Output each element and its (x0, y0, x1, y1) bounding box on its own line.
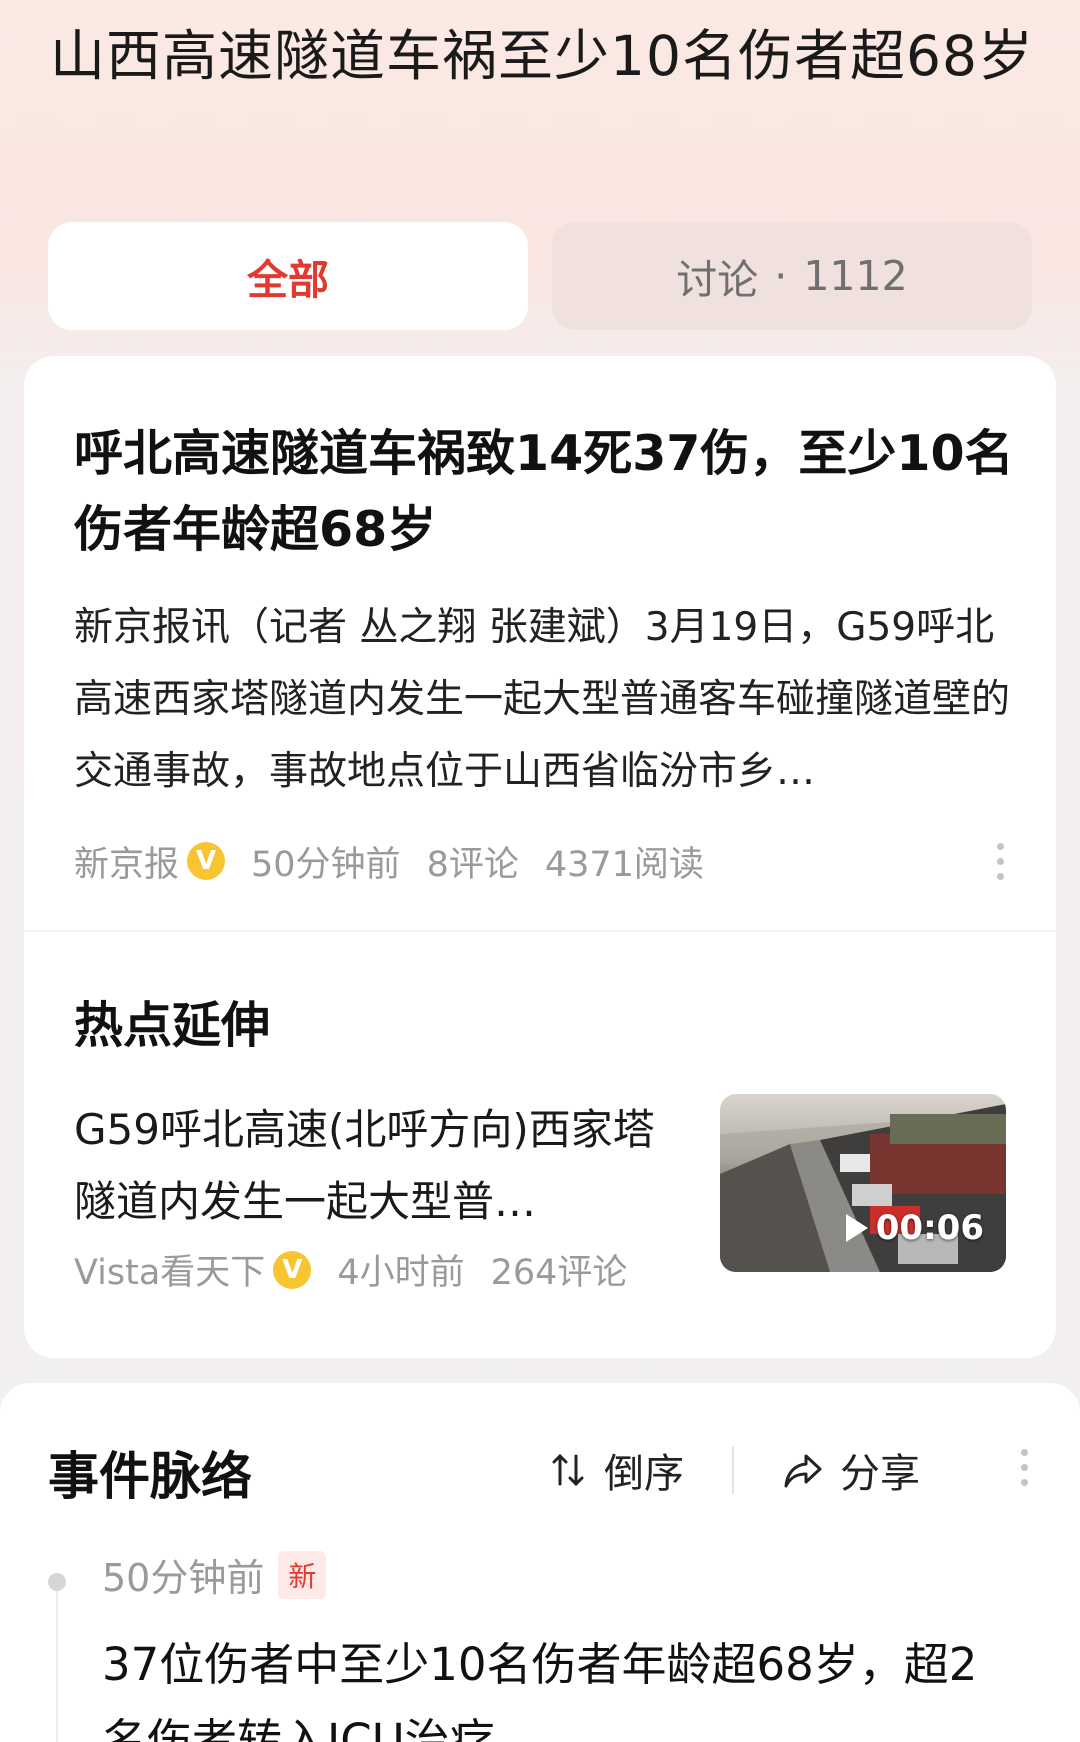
video-thumbnail[interactable]: 00:06 (720, 1094, 1006, 1272)
tab-all-label: 全部 (247, 256, 329, 304)
article-summary[interactable]: 新京报讯（记者 丛之翔 张建斌）3月19日，G59呼北高速西家塔隧道内发生一起大… (74, 592, 1014, 808)
hot-item[interactable]: G59呼北高速(北呼方向)西家塔隧道内发生一起大型普… Vista看天下 V 4… (74, 1094, 1034, 1294)
hot-item-text[interactable]: G59呼北高速(北呼方向)西家塔隧道内发生一起大型普… (74, 1094, 674, 1238)
hot-item-meta: Vista看天下 V 4小时前 264评论 (74, 1244, 627, 1295)
hot-time: 4小时前 (337, 1253, 465, 1293)
timeline-card: 事件脉络 倒序 分享 50分钟前 新 37位伤者中至少10名伤者年龄超68岁，超… (0, 1383, 1080, 1742)
share-button[interactable]: 分享 (782, 1441, 920, 1499)
hot-comments: 264评论 (490, 1253, 628, 1293)
timeline-entry-time: 50分钟前 新 (102, 1547, 327, 1602)
tab-discuss-dot: · (774, 252, 788, 300)
verified-badge-icon: V (187, 842, 226, 880)
timeline-entry-time-text: 50分钟前 (102, 1556, 265, 1600)
page-title: 山西高速隧道车祸至少10名伤者超68岁 (50, 24, 1034, 88)
share-icon (784, 1454, 822, 1488)
timeline-title: 事件脉络 (48, 1448, 253, 1507)
tab-all[interactable]: 全部 (48, 222, 528, 330)
article-reads: 4371阅读 (544, 844, 704, 885)
new-badge: 新 (278, 1550, 327, 1599)
article-title[interactable]: 呼北高速隧道车祸致14死37伤，至少10名伤者年龄超68岁 (74, 416, 1014, 568)
article-comments: 8评论 (426, 844, 519, 885)
news-card: 呼北高速隧道车祸致14死37伤，至少10名伤者年龄超68岁 新京报讯（记者 丛之… (24, 356, 1056, 1358)
article[interactable]: 呼北高速隧道车祸致14死37伤，至少10名伤者年龄超68岁 新京报讯（记者 丛之… (74, 416, 1014, 808)
video-duration-text: 00:06 (875, 1208, 984, 1248)
article-time: 50分钟前 (251, 844, 401, 885)
article-meta: 新京报 V 50分钟前 8评论 4371阅读 (74, 836, 1034, 886)
hot-section-title: 热点延伸 (74, 997, 271, 1054)
hot-source[interactable]: Vista看天下 (74, 1244, 265, 1295)
sort-icon (552, 1453, 584, 1487)
tab-bar: 全部 讨论 · 1112 (48, 222, 1032, 330)
tab-discuss-label: 讨论 (676, 256, 759, 304)
sort-label: 倒序 (604, 1451, 684, 1497)
divider (24, 930, 1056, 932)
share-label: 分享 (840, 1451, 920, 1497)
tab-discuss[interactable]: 讨论 · 1112 (552, 222, 1032, 330)
tab-discuss-count: 1112 (803, 252, 908, 300)
action-divider (732, 1446, 734, 1494)
timeline-entry-text[interactable]: 37位伤者中至少10名伤者年龄超68岁，超2名伤者转入ICU治疗 (102, 1627, 1022, 1742)
timeline-line (56, 1573, 58, 1742)
verified-badge-icon: V (273, 1250, 312, 1289)
more-vertical-icon[interactable] (997, 842, 1004, 880)
more-vertical-icon[interactable] (1021, 1449, 1028, 1486)
timeline-dot (48, 1573, 66, 1591)
article-source[interactable]: 新京报 (74, 836, 179, 887)
sort-button[interactable]: 倒序 (548, 1441, 684, 1499)
timeline-actions: 倒序 分享 (548, 1441, 920, 1499)
video-duration: 00:06 (845, 1208, 984, 1248)
play-icon (845, 1214, 868, 1242)
